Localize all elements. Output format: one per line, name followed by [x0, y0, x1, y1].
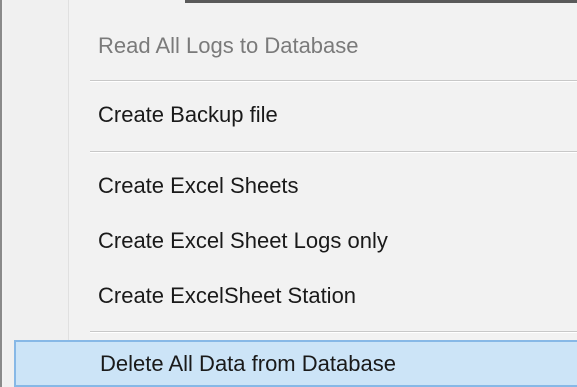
- parent-window-edge: [185, 0, 577, 3]
- menu-item-create-backup[interactable]: Create Backup file: [14, 93, 577, 137]
- menu-separator: [90, 331, 577, 333]
- menu-item-delete-all-data[interactable]: Delete All Data from Database: [14, 340, 577, 387]
- menu-separator: [90, 151, 577, 153]
- menu-item-label: Delete All Data from Database: [100, 350, 396, 376]
- menu-item-read-all-logs: Read All Logs to Database: [14, 24, 577, 68]
- menu-item-create-excel-sheets[interactable]: Create Excel Sheets: [14, 164, 577, 208]
- context-menu: Read All Logs to Database Create Backup …: [0, 0, 577, 387]
- menu-item-label: Read All Logs to Database: [98, 33, 359, 58]
- screen: Read All Logs to Database Create Backup …: [0, 0, 577, 387]
- menu-item-label: Create Backup file: [98, 102, 278, 127]
- menu-item-create-excel-logs-only[interactable]: Create Excel Sheet Logs only: [14, 219, 577, 263]
- menu-item-create-excelsheet-station[interactable]: Create ExcelSheet Station: [14, 274, 577, 318]
- menu-separator: [90, 80, 577, 82]
- menu-item-label: Create ExcelSheet Station: [98, 283, 357, 308]
- menu-item-label: Create Excel Sheets: [98, 173, 299, 198]
- menu-item-label: Create Excel Sheet Logs only: [98, 228, 388, 253]
